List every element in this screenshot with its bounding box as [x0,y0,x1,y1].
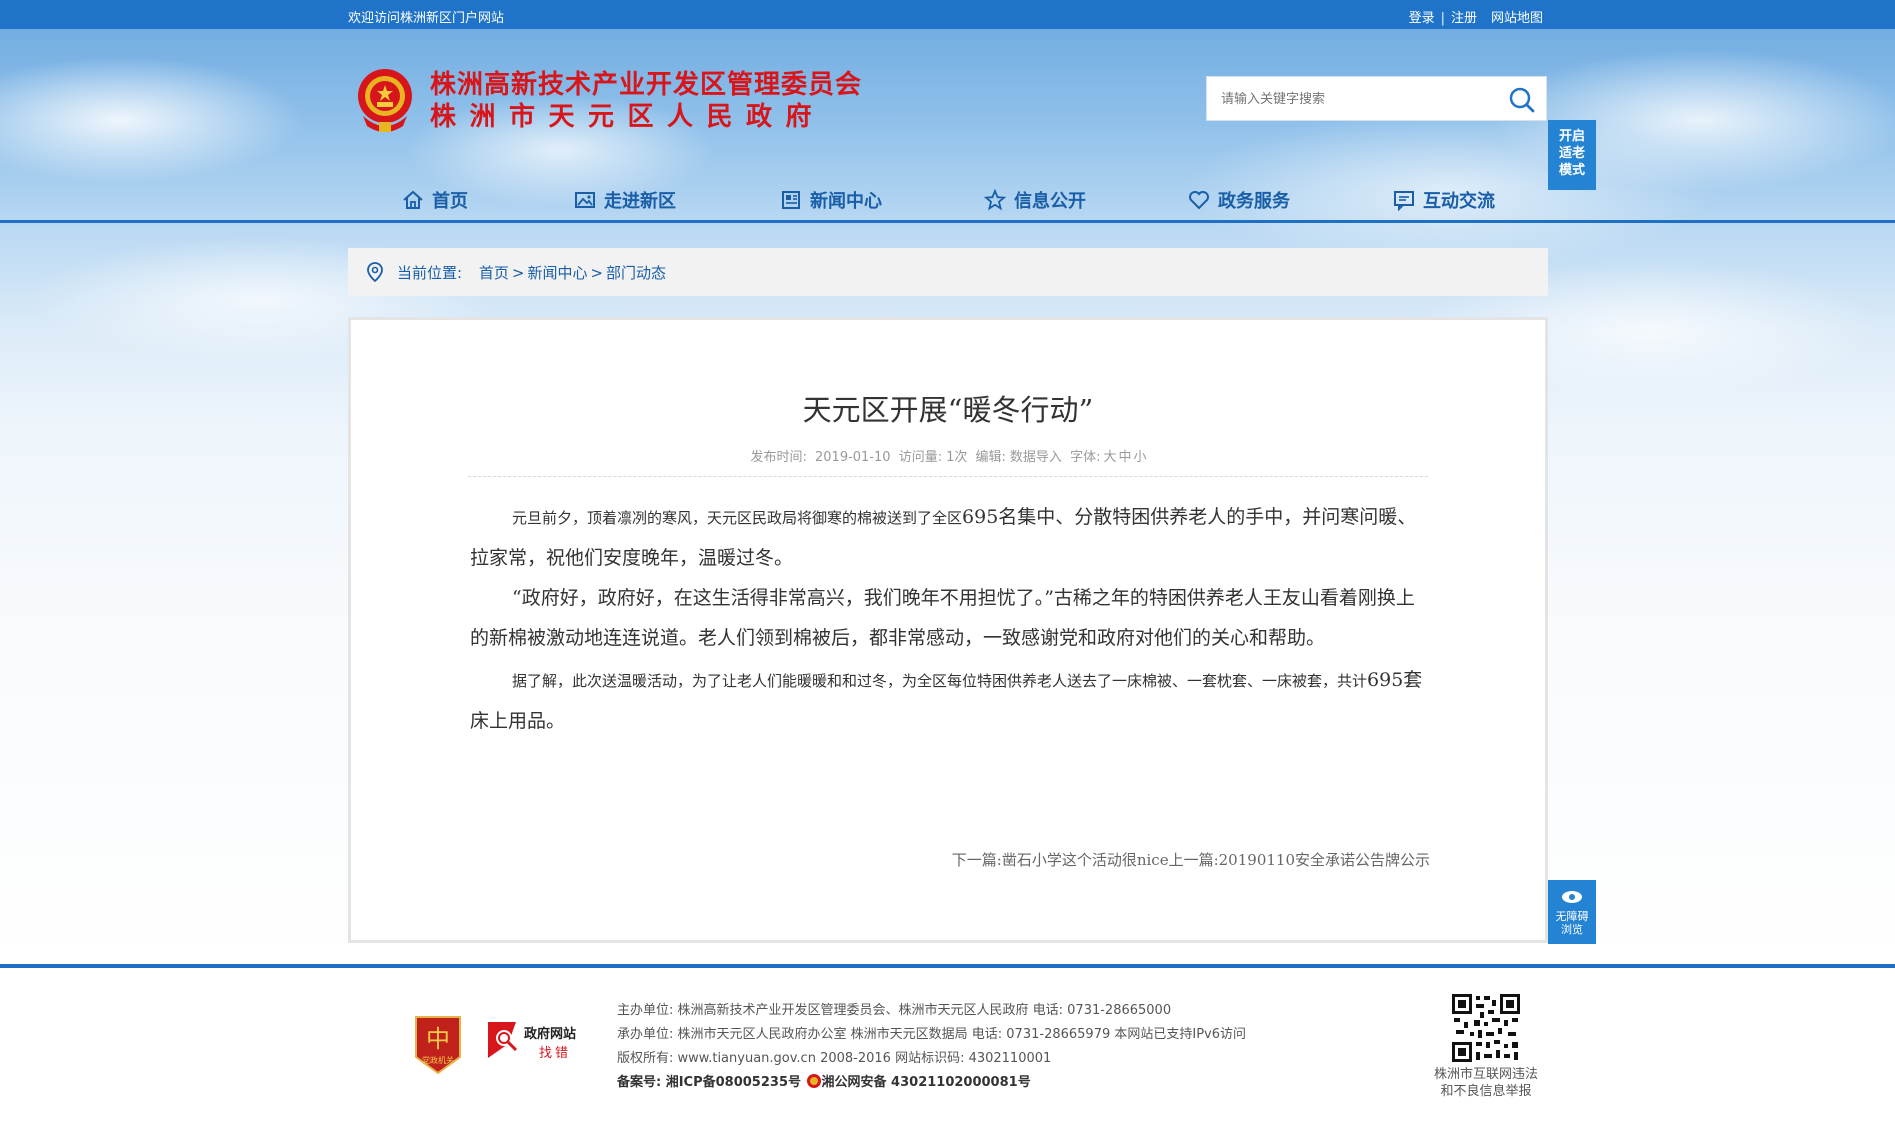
views-label: 访问量: [898,450,943,465]
breadcrumb-department[interactable]: 部门动态 [606,264,666,282]
svg-text:中: 中 [426,1025,450,1053]
report-line-2: 和不良信息举报 [1440,1084,1532,1099]
article-navigation: 下一篇:凿石小学这个活动很nice上一篇:20190110安全承诺公告牌公示 [952,849,1430,870]
nav-label: 走进新区 [604,191,676,212]
paragraph-1: 元旦前夕，顶着凛冽的寒风，天元区民政局将御寒的棉被送到了全区695名集中、分散特… [470,497,1430,578]
footer-organizer: 承办单位: 株洲市天元区人民政府办公室 株洲市天元区数据局 电话: 0731-2… [617,1027,1247,1042]
elder-mode-label-3: 模式 [1558,163,1585,178]
error-badge-bottom: 找错 [539,1046,572,1061]
footer: 中 党政机关 政府网站 找错 主办单位: 株洲高新技术产业开发区管理委员会、株洲… [0,968,1895,1122]
welcome-text: 欢迎访问株洲新区门户网站 [348,11,505,26]
nav-label: 首页 [432,191,468,212]
report-line-1: 株洲市互联网违法 [1433,1067,1538,1082]
chat-icon [1394,191,1414,211]
nav-label: 政务服务 [1218,191,1290,212]
editor-label: 编辑: [975,450,1006,465]
paragraph-3: 据了解，此次送温暖活动，为了让老人们能暖暖和和过冬，为全区每位特困供养老人送去了… [470,660,1430,742]
footer-record: 备案号: 湘ICP备08005235号 湘公网安备 43021102000081… [617,1071,1246,1095]
eye-icon [1562,891,1582,903]
views-value: 1次 [946,450,968,465]
breadcrumb: 当前位置: 首页 > 新闻中心 > 部门动态 [348,248,1548,296]
next-label: 下一篇: [951,851,1002,869]
site-title: 株洲高新技术产业开发区管理委员会 株洲市天元区人民政府 [430,70,862,134]
accessibility-button[interactable]: 无障碍 浏览 [1548,880,1596,944]
login-link[interactable]: 登录 [1409,7,1435,26]
home-icon [403,190,423,209]
accessibility-label-1: 无障碍 [1555,910,1589,923]
main-nav: 首页 走进新区 新闻中心 信息公开 政务服务 互动交流 [0,180,1895,223]
heart-icon [1189,191,1209,210]
register-link[interactable]: 注册 [1451,7,1477,26]
top-bar: 欢迎访问株洲新区门户网站 登录 | 注册 网站地图 [0,0,1895,29]
error-badge-top: 政府网站 [524,1027,577,1042]
nav-item-info[interactable]: 信息公开 [984,180,1086,220]
nav-item-service[interactable]: 政务服务 [1188,180,1290,220]
date-label: 发布时间: [750,450,807,465]
article-meta: 发布时间: 2019-01-10 访问量: 1次 编辑: 数据导入 字体: 大中小 [351,446,1545,465]
font-size-small[interactable]: 小 [1134,450,1147,465]
breadcrumb-prefix: 当前位置: [397,264,463,282]
picture-icon [575,192,595,208]
font-size-large[interactable]: 大 [1103,450,1116,465]
party-badge-label: 党政机关 [422,1055,454,1065]
police-record-link[interactable]: 湘公网安备 43021102000081号 [822,1075,1031,1090]
font-size-medium[interactable]: 中 [1118,450,1131,465]
nav-item-about[interactable]: 走进新区 [574,180,676,220]
nav-label: 互动交流 [1423,191,1495,212]
prev-label: 上一篇: [1168,851,1219,869]
nav-item-news[interactable]: 新闻中心 [780,180,882,220]
footer-info: 主办单位: 株洲高新技术产业开发区管理委员会、株洲市天元区人民政府 电话: 07… [617,999,1246,1095]
search-box [1206,76,1547,122]
icp-record-link[interactable]: 备案号: 湘ICP备08005235号 [617,1075,801,1090]
editor-value: 数据导入 [1009,450,1062,465]
news-icon [782,191,800,209]
breadcrumb-text: 当前位置: 首页 > 新闻中心 > 部门动态 [397,262,666,283]
meta-divider [468,476,1428,477]
article-body: 元旦前夕，顶着凛冽的寒风，天元区民政局将御寒的棉被送到了全区695名集中、分散特… [470,497,1430,742]
breadcrumb-news[interactable]: 新闻中心 [527,264,587,282]
star-icon [984,189,1006,211]
breadcrumb-home[interactable]: 首页 [479,264,509,282]
sitemap-link[interactable]: 网站地图 [1491,7,1543,26]
paragraph-1-lead: 元旦前夕，顶着凛冽的寒风，天元区民政局将御寒的棉被送到了全区 [512,509,963,527]
nav-item-home[interactable]: 首页 [402,180,468,220]
top-links: 登录 | 注册 网站地图 [1409,7,1543,26]
report-text: 株洲市互联网违法 和不良信息举报 [1416,1066,1556,1100]
article-panel: 天元区开展“暖冬行动” 发布时间: 2019-01-10 访问量: 1次 编辑: 数… [348,317,1548,943]
nav-underline [0,220,1895,223]
breadcrumb-separator: > [590,264,604,282]
party-government-badge-icon[interactable]: 中 党政机关 [412,1013,464,1075]
footer-copyright: 版权所有: www.tianyuan.gov.cn 2008-2016 网站标识… [617,1051,1052,1066]
magnifier-error-icon [488,1022,518,1058]
paragraph-2: “政府好，政府好，在这生活得非常高兴，我们晚年不用担忧了。”古稀之年的特困供养老… [470,587,1415,649]
qr-code-icon [1450,992,1522,1064]
nav-label: 新闻中心 [810,191,882,212]
article-title: 天元区开展“暖冬行动” [802,393,1094,427]
site-title-line2: 株洲市天元区人民政府 [430,102,826,132]
font-size-label: 字体: [1070,450,1101,465]
accessibility-label-2: 浏览 [1561,923,1583,936]
search-input[interactable] [1219,77,1493,122]
police-badge-icon [806,1074,821,1088]
elder-mode-label-2: 适老 [1558,146,1585,161]
location-pin-icon [367,262,383,282]
elder-mode-label-1: 开启 [1558,129,1585,144]
prev-article-link[interactable]: 20190110安全承诺公告牌公示 [1219,851,1430,869]
national-emblem-icon [358,69,412,132]
nav-label: 信息公开 [1014,191,1086,212]
next-article-link[interactable]: 凿石小学这个活动很nice [1002,851,1169,869]
search-icon[interactable] [1508,86,1536,114]
site-title-line1: 株洲高新技术产业开发区管理委员会 [430,70,863,100]
separator: | [1440,11,1445,26]
breadcrumb-separator: > [511,264,525,282]
nav-item-interact[interactable]: 互动交流 [1393,180,1495,220]
footer-sponsor: 主办单位: 株洲高新技术产业开发区管理委员会、株洲市天元区人民政府 电话: 07… [617,1003,1172,1018]
date-value: 2019-01-10 [815,450,891,465]
paragraph-3-lead: 据了解，此次送温暖活动，为了让老人们能暖暖和和过冬，为全区每位特困供养老人送去了… [512,672,1368,690]
